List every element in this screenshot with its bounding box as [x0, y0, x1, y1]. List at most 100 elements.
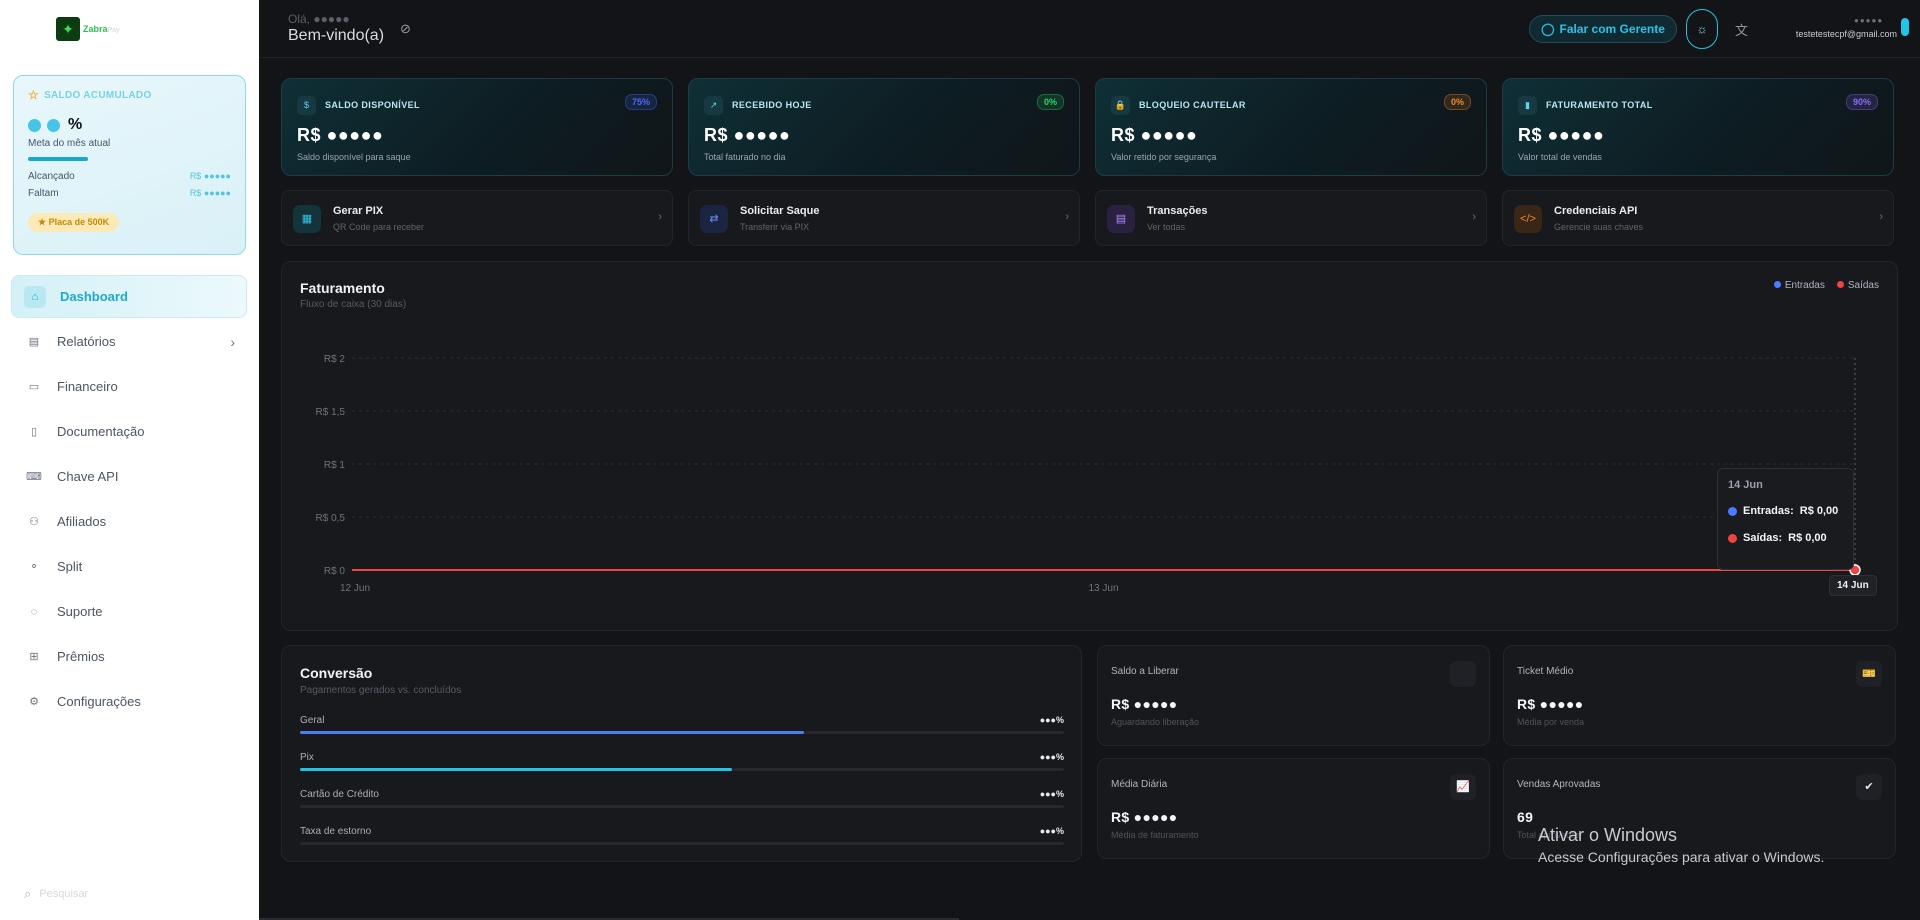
- brand-name: Zabra: [83, 24, 108, 34]
- key-icon: ⌨: [26, 471, 42, 483]
- search-icon: ⌕: [24, 886, 32, 901]
- sidebar-item-dashboard[interactable]: ⌂ Dashboard: [11, 275, 247, 318]
- conversion-value: ●●●%: [1039, 715, 1064, 725]
- stat-label: RECEBIDO HOJE: [732, 100, 812, 110]
- sidebar-item-configuracoes[interactable]: ⚙ Configurações: [11, 680, 247, 723]
- goal-label: Meta do mês atual: [28, 138, 111, 149]
- sidebar-item-premios[interactable]: ⊞ Prêmios: [11, 635, 247, 678]
- y-tick-label: R$ 0: [324, 566, 346, 577]
- stat-badge: 90%: [1845, 94, 1878, 110]
- user-menu-toggle[interactable]: [1901, 18, 1909, 36]
- stat-label: FATURAMENTO TOTAL: [1546, 100, 1653, 110]
- stat-value: R$ ●●●●●: [1111, 125, 1198, 145]
- sidebar-item-relatorios[interactable]: ▤ Relatórios ›: [11, 320, 247, 363]
- bar-chart-icon: ▮: [1518, 96, 1537, 115]
- action-credenciais-api[interactable]: </> Credenciais API Gerencie suas chaves ›: [1502, 190, 1894, 246]
- report-icon: ▤: [28, 336, 40, 348]
- summary-value: R$ ●●●●●: [1517, 696, 1584, 712]
- stat-value: R$ ●●●●●: [297, 125, 384, 145]
- stat-label: SALDO DISPONÍVEL: [325, 100, 420, 110]
- settings-icon: ⚙: [29, 696, 39, 708]
- receipt-icon: ▤: [1107, 205, 1135, 233]
- accumulated-balance-card: ☆ SALDO ACUMULADO % Meta do mês atual Alc…: [13, 75, 246, 255]
- conversion-label: Taxa de estorno: [300, 826, 372, 837]
- conversion-value: ●●●%: [1039, 789, 1064, 799]
- sidebar: ✦ ZabraPay ☆ SALDO ACUMULADO % Meta do mê…: [0, 0, 259, 920]
- conversion-label: Pix: [300, 752, 314, 763]
- summary-card: Média Diária R$ ●●●●● Média de faturamento…: [1097, 758, 1490, 859]
- chevron-right-icon: ›: [1472, 211, 1476, 223]
- reached-row: Alcançado R$ ●●●●●: [28, 171, 231, 182]
- y-tick-label: R$ 2: [324, 354, 346, 365]
- summary-value: R$ ●●●●●: [1111, 696, 1178, 712]
- summary-subtitle: Aguardando liberação: [1111, 717, 1200, 727]
- gift-icon: ⊞: [29, 651, 39, 663]
- action-title: Solicitar Saque: [740, 205, 820, 217]
- chevron-right-icon: ›: [230, 333, 235, 350]
- ticket-icon: 🎫: [1856, 661, 1882, 687]
- hourglass-icon: [1450, 661, 1476, 687]
- sidebar-item-label: Configurações: [57, 694, 141, 709]
- conversion-row: Pix ●●●%: [300, 752, 1064, 771]
- stat-value: R$ ●●●●●: [1518, 125, 1605, 145]
- action-title: Transações: [1147, 205, 1208, 217]
- brand-suffix: Pay: [107, 27, 120, 34]
- sidebar-item-financeiro[interactable]: ▭ Financeiro: [11, 365, 247, 408]
- sidebar-item-label: Chave API: [57, 469, 119, 484]
- y-tick-label: R$ 1,5: [316, 407, 346, 418]
- star-icon: ☆: [28, 88, 40, 102]
- tooltip-in-row: Entradas: R$ 0,00: [1728, 505, 1843, 517]
- chart-tooltip: 14 Jun Entradas: R$ 0,00 Saídas: R$ 0,00: [1717, 468, 1854, 570]
- eye-off-icon[interactable]: ⊘: [400, 21, 411, 37]
- sidebar-item-suporte[interactable]: ◌ Suporte: [11, 590, 247, 633]
- sidebar-item-split[interactable]: ⚬ Split: [11, 545, 247, 588]
- wallet-icon: ▭: [28, 381, 40, 393]
- talk-to-manager-button[interactable]: ◯ Falar com Gerente: [1529, 15, 1677, 43]
- sidebar-item-label: Afiliados: [57, 514, 107, 529]
- tooltip-out-row: Saídas: R$ 0,00: [1728, 532, 1843, 544]
- code-icon: </>: [1514, 205, 1542, 233]
- sidebar-item-chave-api[interactable]: ⌨ Chave API: [11, 455, 247, 498]
- revenue-chart: R$ 0 R$ 0,5 R$ 1 R$ 1,5 R$ 2 12 Jun 13 Jun: [316, 354, 1861, 594]
- action-gerar-pix[interactable]: ▦ Gerar PIX QR Code para receber ›: [281, 190, 673, 246]
- sidebar-item-label: Financeiro: [57, 379, 118, 394]
- conversion-track: [300, 805, 1064, 808]
- conversion-value: ●●●%: [1039, 826, 1064, 836]
- support-icon: ◌: [30, 605, 38, 618]
- action-transações[interactable]: ▤ Transações Ver todas ›: [1095, 190, 1487, 246]
- summary-title: Ticket Médio: [1517, 666, 1574, 677]
- sidebar-nav: ⌂ Dashboard ▤ Relatórios › ▭ Financeiro ▯ Docume…: [11, 275, 247, 725]
- theme-toggle-button[interactable]: ☼: [1686, 9, 1718, 49]
- conversion-track: [300, 768, 1064, 771]
- conversion-fill: [300, 768, 732, 771]
- conversion-track: [300, 731, 1064, 734]
- conversion-title: Conversão: [300, 665, 373, 681]
- sidebar-search[interactable]: ⌕ Pesquisar: [24, 886, 88, 902]
- user-email[interactable]: testetestecpf@gmail.com: [1767, 29, 1897, 39]
- tooltip-date: 14 Jun: [1728, 479, 1763, 491]
- action-solicitar-saque[interactable]: ⇄ Solicitar Saque Transferir via PIX ›: [688, 190, 1080, 246]
- missing-row: Faltam R$ ●●●●●: [28, 188, 231, 199]
- sidebar-item-afiliados[interactable]: ⚇ Afiliados: [11, 500, 247, 543]
- home-icon: ⌂: [24, 285, 46, 308]
- sidebar-item-documentacao[interactable]: ▯ Documentação: [11, 410, 247, 453]
- revenue-chart-card: Faturamento Fluxo de caixa (30 dias) Ent…: [281, 261, 1898, 631]
- sidebar-item-label: Dashboard: [60, 289, 128, 304]
- brand-logo[interactable]: ✦ ZabraPay: [56, 17, 120, 41]
- sun-icon: ☼: [1696, 22, 1708, 36]
- chart-up-icon: 📈: [1450, 774, 1476, 800]
- translate-icon[interactable]: 文: [1735, 20, 1748, 39]
- stat-card: $ SALDO DISPONÍVEL 75% R$ ●●●●● Saldo dispon…: [281, 78, 673, 176]
- stat-value: R$ ●●●●●: [704, 125, 791, 145]
- summary-card: Saldo a Liberar R$ ●●●●● Aguardando libera…: [1097, 645, 1490, 746]
- stat-badge: 75%: [624, 94, 657, 110]
- stat-card: ▮ FATURAMENTO TOTAL 90% R$ ●●●●● Valor total…: [1502, 78, 1894, 176]
- windows-activation-watermark: Ativar o Windows Acesse Configurações pa…: [1538, 825, 1825, 865]
- search-placeholder: Pesquisar: [39, 888, 89, 900]
- x-tick-label: 13 Jun: [1088, 583, 1118, 594]
- conversion-card: Conversão Pagamentos gerados vs. concluí…: [281, 645, 1082, 862]
- chevron-right-icon: ›: [1065, 211, 1069, 223]
- stat-badge: 0%: [1036, 94, 1064, 110]
- action-subtitle: Ver todas: [1147, 222, 1186, 232]
- summary-title: Média Diária: [1111, 779, 1168, 790]
